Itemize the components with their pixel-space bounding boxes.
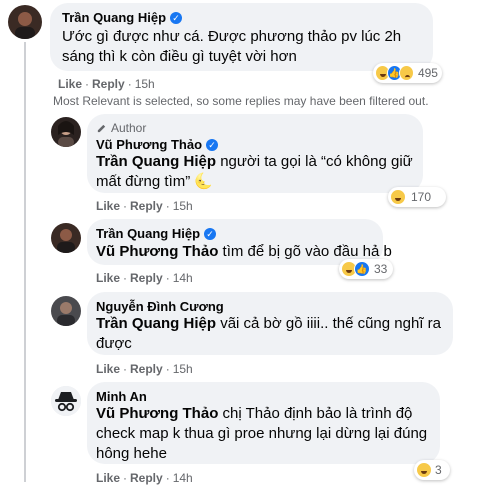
reaction-count: 3 bbox=[435, 463, 442, 477]
timestamp[interactable]: 15h bbox=[135, 77, 155, 91]
mention-link[interactable]: Trần Quang Hiệp bbox=[96, 315, 216, 332]
reply-link[interactable]: Reply bbox=[130, 471, 163, 485]
reply-text: Vũ Phương Thảo chị Thảo định bảo là trìn… bbox=[96, 405, 428, 462]
reaction-count: 33 bbox=[374, 262, 388, 276]
timestamp[interactable]: 14h bbox=[173, 471, 193, 485]
reply-link[interactable]: Reply bbox=[130, 271, 163, 285]
avatar-photo bbox=[51, 117, 81, 147]
avatar[interactable] bbox=[8, 5, 42, 39]
avatar-photo bbox=[51, 296, 81, 326]
like-icon: 👍 bbox=[354, 261, 370, 277]
reply-author-name[interactable]: Minh An bbox=[96, 389, 147, 404]
reply-actions: Like · Reply · 14h bbox=[96, 271, 193, 285]
like-link[interactable]: Like bbox=[96, 362, 120, 376]
avatar[interactable] bbox=[51, 117, 81, 147]
author-label: Author bbox=[111, 121, 147, 135]
verified-badge-icon: ✓ bbox=[170, 12, 183, 24]
like-link[interactable]: Like bbox=[96, 199, 120, 213]
mention-link[interactable]: Trần Quang Hiệp bbox=[96, 153, 216, 170]
like-link[interactable]: Like bbox=[58, 77, 82, 91]
reply-author-name[interactable]: Vũ Phương Thảo bbox=[96, 137, 202, 152]
haha-icon bbox=[416, 462, 432, 478]
reply-bubble: Trần Quang Hiệp ✓ Vũ Phương Thảo tìm để b… bbox=[87, 219, 392, 265]
reply-author-name[interactable]: Nguyễn Đình Cương bbox=[96, 299, 224, 314]
reply-actions: Like · Reply · 15h bbox=[96, 362, 193, 376]
avatar[interactable] bbox=[51, 296, 81, 326]
reply-link[interactable]: Reply bbox=[130, 362, 163, 376]
thread-line bbox=[24, 42, 26, 482]
verified-badge-icon: ✓ bbox=[206, 139, 219, 151]
reaction-summary[interactable]: 👍 495 bbox=[373, 63, 442, 83]
reply-bubble: Nguyễn Đình Cương Trần Quang Hiệp vãi cả… bbox=[87, 292, 453, 355]
haha-icon bbox=[390, 189, 406, 205]
avatar[interactable] bbox=[51, 386, 81, 416]
reply-actions: Like · Reply · 15h bbox=[96, 199, 193, 213]
reaction-count: 495 bbox=[417, 66, 438, 80]
mention-link[interactable]: Vũ Phương Thảo bbox=[96, 243, 218, 260]
reaction-count: 170 bbox=[411, 190, 432, 204]
reply-link[interactable]: Reply bbox=[92, 77, 125, 91]
mention-link[interactable]: Vũ Phương Thảo bbox=[96, 405, 218, 422]
reply-actions: Like · Reply · 14h bbox=[96, 471, 193, 485]
like-link[interactable]: Like bbox=[96, 271, 120, 285]
reply-bubble: Author Vũ Phương Thảo ✓ Trần Quang Hiệp n… bbox=[87, 114, 423, 193]
reply-text: Trần Quang Hiệp vãi cả bờ gồ iiii.. thế … bbox=[96, 315, 441, 352]
incognito-hat-icon bbox=[51, 386, 81, 416]
avatar[interactable] bbox=[51, 223, 81, 253]
timestamp[interactable]: 15h bbox=[173, 199, 193, 213]
like-link[interactable]: Like bbox=[96, 471, 120, 485]
reply-text: Trần Quang Hiệp người ta gọi là “có khôn… bbox=[96, 153, 413, 190]
reaction-summary[interactable]: 170 bbox=[388, 187, 446, 207]
reaction-summary[interactable]: 3 bbox=[414, 460, 450, 480]
timestamp[interactable]: 15h bbox=[173, 362, 193, 376]
reaction-summary[interactable]: 👍 33 bbox=[339, 259, 393, 279]
comment-author-name[interactable]: Trần Quang Hiệp bbox=[62, 10, 166, 25]
reply-author-name[interactable]: Trần Quang Hiệp bbox=[96, 226, 200, 241]
verified-badge-icon: ✓ bbox=[204, 228, 217, 240]
crescent-moon-icon: 🌜 bbox=[194, 173, 214, 190]
comment-bubble: Trần Quang Hiệp ✓ Ước gì được như cá. Đượ… bbox=[50, 3, 433, 71]
relevance-notice: Most Relevant is selected, so some repli… bbox=[53, 94, 429, 108]
avatar-photo bbox=[8, 5, 42, 39]
comment-text: Ước gì được như cá. Được phương thảo pv … bbox=[62, 28, 402, 65]
avatar-photo bbox=[51, 223, 81, 253]
timestamp[interactable]: 14h bbox=[173, 271, 193, 285]
pencil-icon bbox=[97, 124, 106, 132]
reply-bubble: Minh An Vũ Phương Thảo chị Thảo định bảo… bbox=[87, 382, 440, 464]
sad-icon bbox=[398, 65, 414, 81]
comment-actions: Like · Reply · 15h bbox=[58, 77, 155, 91]
reply-link[interactable]: Reply bbox=[130, 199, 163, 213]
author-badge: Author bbox=[96, 121, 146, 135]
reply-text: Vũ Phương Thảo tìm để bị gõ vào đầu hả b bbox=[96, 243, 392, 260]
